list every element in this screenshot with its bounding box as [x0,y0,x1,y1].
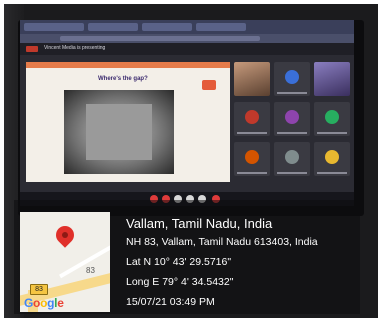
slide-header-strip [26,62,230,68]
map-pin-icon [52,222,78,248]
avatar [285,150,299,164]
shared-slide: Where's the gap? [26,62,230,182]
slide-title: Where's the gap? [98,76,148,82]
avatar [325,150,339,164]
browser-tab [196,23,246,31]
participant-name [317,172,347,174]
participant-name [277,132,307,134]
slide-logo [202,80,216,90]
participant-tile [314,142,350,176]
street-address: NH 83, Vallam, Tamil Nadu 613403, India [126,236,318,248]
avatar [285,70,299,84]
participant-tile [274,102,310,136]
participant-video [234,62,270,96]
address-bar [20,34,354,43]
browser-tab [142,23,192,31]
participant-tile [274,142,310,176]
avatar [285,110,299,124]
google-logo-letter: e [57,296,64,310]
road-label: 83 [86,266,95,275]
participant-name [277,172,307,174]
slide-photo-inner [86,104,152,160]
longitude: Long E 79° 4' 34.5432" [126,276,234,288]
slide-photo [64,90,174,174]
participant-tile [274,62,310,96]
participant-grid [234,62,352,190]
participant-tile [234,142,270,176]
recording-badge [26,46,38,52]
browser-tab-bar [20,20,354,34]
timestamp: 15/07/21 03:49 PM [126,296,215,308]
presenting-text: Vincent Media is presenting [44,45,106,51]
participant-tile [314,102,350,136]
participant-video [314,62,350,96]
participant-name [237,132,267,134]
route-shield: 83 [30,284,48,295]
avatar [245,150,259,164]
avatar [325,110,339,124]
participant-tile [234,102,270,136]
browser-tab [88,23,138,31]
avatar [245,110,259,124]
google-logo: Google [24,296,64,310]
participant-name [317,132,347,134]
url-field [60,36,260,41]
place-name: Vallam, Tamil Nadu, India [126,216,273,231]
map-thumbnail: 83 83 Google [20,212,110,312]
participant-name [237,172,267,174]
meeting-banner: Vincent Media is presenting [20,43,354,55]
participant-name [277,92,307,94]
google-logo-letter: G [24,296,34,310]
monitor-screen: Vincent Media is presenting Where's the … [20,20,354,206]
browser-tab [24,23,84,31]
latitude: Lat N 10° 43' 29.5716" [126,256,232,268]
